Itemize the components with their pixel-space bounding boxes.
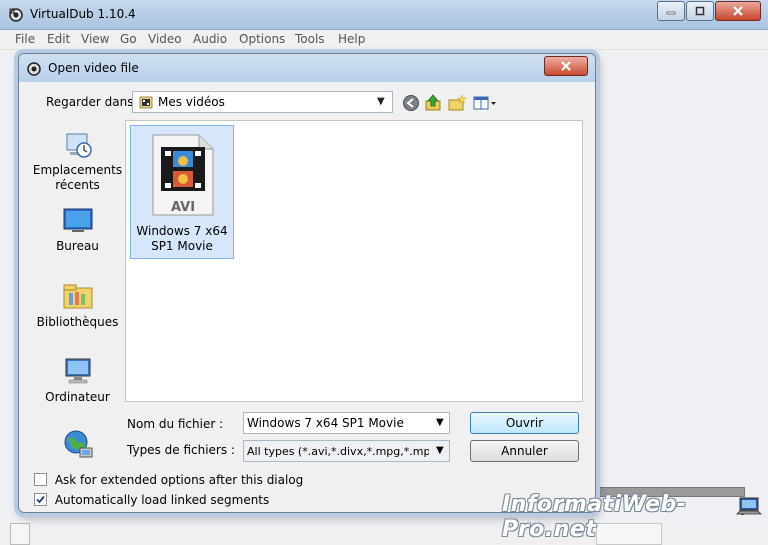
maximize-button[interactable] bbox=[686, 1, 714, 21]
extended-options-label: Ask for extended options after this dial… bbox=[54, 473, 304, 487]
menu-audio[interactable]: Audio bbox=[193, 32, 227, 46]
menu-help[interactable]: Help bbox=[338, 32, 365, 46]
minimize-icon bbox=[666, 11, 676, 15]
videos-folder-icon bbox=[139, 96, 153, 109]
virtualdub-gear-icon[interactable] bbox=[8, 7, 24, 23]
place-libraries[interactable]: Bibliothèques bbox=[32, 280, 123, 330]
menu-video[interactable]: Video bbox=[148, 32, 182, 46]
place-desktop[interactable]: Bureau bbox=[32, 204, 123, 254]
back-icon[interactable] bbox=[402, 94, 420, 112]
linked-segments-row: Automatically load linked segments bbox=[34, 493, 269, 507]
menu-file[interactable]: File bbox=[15, 32, 35, 46]
close-button[interactable] bbox=[715, 1, 761, 21]
new-folder-icon[interactable] bbox=[448, 94, 466, 112]
place-desktop-label: Bureau bbox=[56, 239, 99, 253]
look-in-dropdown[interactable]: Mes vidéos ▼ bbox=[132, 91, 393, 113]
dialog-title: Open video file bbox=[48, 61, 139, 75]
file-item[interactable]: AVI Windows 7 x64 SP1 Movie bbox=[130, 125, 234, 259]
dialog-titlebar: Open video file bbox=[19, 54, 595, 82]
filename-label: Nom du fichier : bbox=[127, 417, 224, 431]
status-panel-left bbox=[10, 523, 30, 545]
close-icon bbox=[561, 61, 571, 71]
menu-edit[interactable]: Edit bbox=[47, 32, 70, 46]
network-icon bbox=[64, 430, 92, 458]
place-computer[interactable]: Ordinateur bbox=[32, 355, 123, 405]
menu-bar: File Edit View Go Video Audio Options To… bbox=[0, 30, 768, 50]
maximize-icon bbox=[695, 6, 705, 16]
file-list[interactable]: AVI Windows 7 x64 SP1 Movie bbox=[125, 120, 583, 402]
view-menu-icon[interactable] bbox=[472, 94, 498, 112]
filename-value: Windows 7 x64 SP1 Movie bbox=[247, 416, 404, 430]
open-button[interactable]: Ouvrir bbox=[470, 412, 579, 434]
place-recent[interactable]: Emplacements récents bbox=[32, 128, 123, 193]
main-titlebar: VirtualDub 1.10.4 bbox=[0, 0, 768, 30]
file-name: Windows 7 x64 SP1 Movie bbox=[136, 224, 228, 253]
avi-thumb-label: AVI bbox=[171, 200, 195, 215]
libraries-icon bbox=[63, 284, 92, 309]
places-bar: Emplacements récents Bureau Bibliothèque… bbox=[32, 120, 123, 510]
cancel-button[interactable]: Annuler bbox=[470, 440, 579, 462]
window-title: VirtualDub 1.10.4 bbox=[30, 7, 136, 21]
linked-segments-checkbox[interactable] bbox=[34, 493, 47, 506]
place-network[interactable] bbox=[32, 428, 123, 463]
laptop-icon bbox=[736, 497, 762, 515]
computer-icon bbox=[65, 358, 90, 384]
extended-options-checkbox[interactable] bbox=[34, 473, 47, 486]
menu-view[interactable]: View bbox=[81, 32, 109, 46]
menu-tools[interactable]: Tools bbox=[295, 32, 325, 46]
desktop-icon bbox=[63, 208, 92, 232]
recent-places-icon bbox=[66, 133, 92, 158]
menu-options[interactable]: Options bbox=[239, 32, 285, 46]
menu-go[interactable]: Go bbox=[120, 32, 137, 46]
place-computer-label: Ordinateur bbox=[45, 390, 110, 404]
place-libraries-label: Bibliothèques bbox=[36, 315, 119, 329]
minimize-button[interactable] bbox=[657, 1, 685, 21]
watermark: InformatiWeb-Pro.net bbox=[502, 492, 687, 542]
linked-segments-label: Automatically load linked segments bbox=[54, 493, 270, 507]
filename-input[interactable]: Windows 7 x64 SP1 Movie ▼ bbox=[243, 412, 450, 434]
look-in-label: Regarder dans : bbox=[46, 95, 142, 109]
filetype-label: Types de fichiers : bbox=[127, 443, 235, 457]
chevron-down-icon[interactable]: ▼ bbox=[436, 445, 444, 456]
checkmark-icon bbox=[36, 495, 45, 504]
chevron-down-icon: ▼ bbox=[377, 96, 385, 107]
dialog-close-button[interactable] bbox=[544, 56, 588, 76]
up-folder-icon[interactable] bbox=[424, 94, 442, 112]
open-video-dialog: Open video file Regarder dans : Mes vidé… bbox=[18, 53, 596, 513]
filetype-value: All types (*.avi,*.divx,*.mpg,*.mpeg,*.m… bbox=[247, 445, 429, 458]
svg-text:AVI: AVI bbox=[171, 200, 195, 215]
extended-options-row: Ask for extended options after this dial… bbox=[34, 473, 303, 487]
virtualdub-gear-icon bbox=[27, 62, 41, 76]
close-icon bbox=[733, 6, 743, 16]
look-in-value: Mes vidéos bbox=[158, 95, 225, 109]
place-recent-label: Emplacements récents bbox=[32, 163, 123, 192]
chevron-down-icon[interactable]: ▼ bbox=[436, 417, 444, 428]
filetype-select[interactable]: All types (*.avi,*.divx,*.mpg,*.mpeg,*.m… bbox=[243, 440, 450, 462]
